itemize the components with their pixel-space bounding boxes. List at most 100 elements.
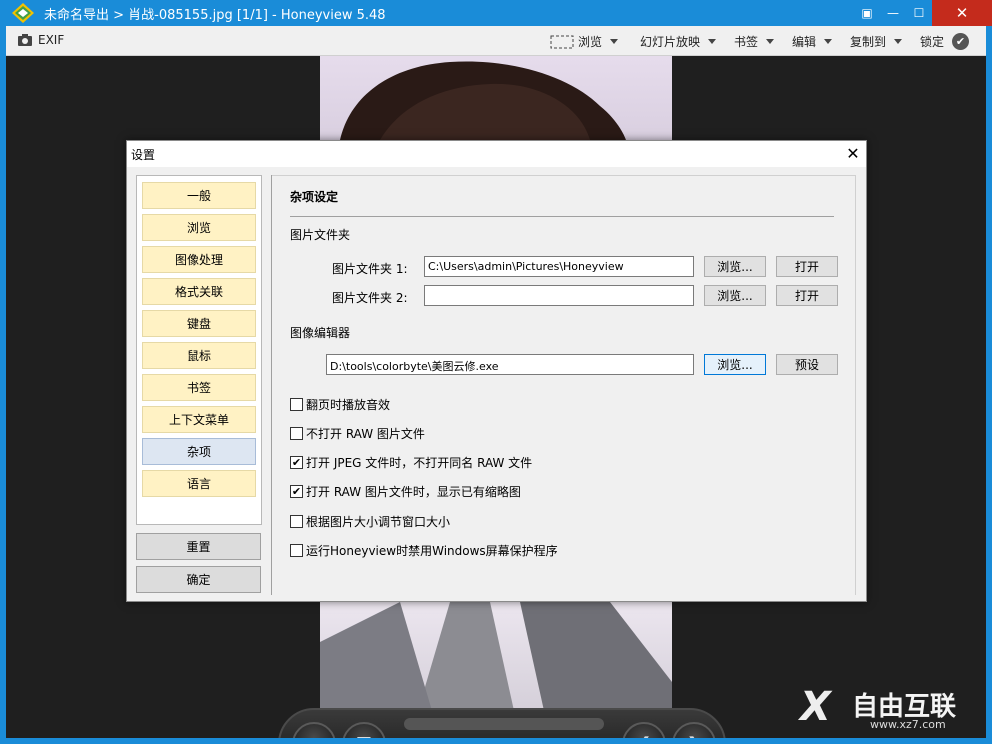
option-resize-window[interactable]: 根据图片大小调节窗口大小 (290, 513, 450, 530)
nav-label: 图像处理 (174, 253, 223, 267)
maximize-icon: ☐ (913, 6, 925, 20)
edit-menu[interactable]: 编辑 (792, 33, 833, 50)
nav-item-context-menu[interactable]: 上下文菜单 (142, 406, 256, 433)
nav-item-keyboard[interactable]: 键盘 (142, 310, 256, 337)
checkbox-checked[interactable]: ✔ (290, 456, 303, 469)
photo-hair-image (340, 61, 626, 140)
option-page-sound[interactable]: 翻页时播放音效 (290, 396, 390, 413)
slideshow-menu[interactable]: 幻灯片放映 (640, 33, 717, 50)
fullscreen-icon: ▣ (861, 6, 873, 20)
folder2-input[interactable] (424, 285, 694, 306)
image-editor-group-label: 图像编辑器 (290, 326, 351, 340)
minimize-button[interactable]: — (880, 0, 906, 26)
dialog-close-button[interactable]: ✕ (843, 143, 863, 163)
nav-label: 格式关联 (174, 285, 223, 299)
dialog-title: 设置 (131, 148, 156, 162)
option-raw-thumbnail[interactable]: ✔ 打开 RAW 图片文件时，显示已有缩略图 (290, 483, 521, 500)
minimize-icon: — (887, 6, 899, 20)
checkbox-checked[interactable]: ✔ (290, 485, 303, 498)
dialog-titlebar: 设置 ✕ (127, 141, 866, 167)
window-title: 未命名导出 > 肖战-085155.jpg [1/1] - Honeyview … (44, 8, 386, 23)
window-border-bottom (0, 738, 992, 744)
checkbox[interactable] (290, 544, 303, 557)
nav-item-mouse[interactable]: 鼠标 (142, 342, 256, 369)
chevron-down-icon (766, 39, 775, 44)
option-disable-screensaver[interactable]: 运行Honeyview时禁用Windows屏幕保护程序 (290, 542, 558, 559)
folder2-open-button[interactable]: 打开 (776, 285, 838, 306)
copy-to-label: 复制到 (850, 35, 887, 49)
site-watermark: X 自由互联 www.xz7.com (800, 684, 986, 734)
option-jpeg-skip-raw[interactable]: ✔ 打开 JPEG 文件时，不打开同名 RAW 文件 (290, 454, 532, 471)
camera-icon (18, 34, 32, 46)
nav-item-misc[interactable]: 杂项 (142, 438, 256, 465)
folder1-label: 图片文件夹 1: (332, 262, 408, 276)
edit-label: 编辑 (792, 35, 817, 49)
bookmark-label: 书签 (734, 35, 759, 49)
settings-dialog: 设置 ✕ 一般 浏览 图像处理 格式关联 键盘 鼠标 书签 上下文菜单 杂项 语… (126, 140, 867, 602)
exif-label: EXIF (38, 33, 65, 47)
fullscreen-button[interactable]: ▣ (856, 0, 878, 26)
nav-label: 书签 (186, 381, 211, 395)
chevron-down-icon (894, 39, 903, 44)
section-title: 杂项设定 (290, 190, 339, 204)
honeyview-logo-icon (12, 3, 34, 23)
option-label: 不打开 RAW 图片文件 (306, 427, 425, 441)
window-border-left (0, 26, 6, 744)
close-window-button[interactable]: ✕ (932, 0, 992, 26)
zoom-slider[interactable] (404, 718, 604, 730)
close-icon: ✕ (955, 4, 969, 22)
option-label: 翻页时播放音效 (306, 398, 391, 412)
main-toolbar: EXIF 浏览 幻灯片放映 书签 编辑 复制到 锁定 ✔ (6, 26, 986, 56)
folder2-label: 图片文件夹 2: (332, 291, 408, 305)
option-skip-raw[interactable]: 不打开 RAW 图片文件 (290, 425, 425, 442)
option-label: 运行Honeyview时禁用Windows屏幕保护程序 (306, 544, 558, 558)
reset-button[interactable]: 重置 (136, 533, 261, 560)
section-divider (290, 216, 834, 217)
nav-item-bookmark[interactable]: 书签 (142, 374, 256, 401)
checkbox[interactable] (290, 398, 303, 411)
folder1-browse-button[interactable]: 浏览... (704, 256, 766, 277)
checkbox[interactable] (290, 427, 303, 440)
bookmark-menu[interactable]: 书签 (734, 33, 775, 50)
nav-label: 浏览 (186, 221, 211, 235)
nav-item-browse[interactable]: 浏览 (142, 214, 256, 241)
exif-button[interactable]: EXIF (18, 33, 64, 47)
nav-label: 鼠标 (186, 349, 211, 363)
slideshow-label: 幻灯片放映 (640, 35, 701, 49)
browse-menu[interactable]: 浏览 (550, 33, 619, 50)
nav-label: 一般 (186, 189, 211, 203)
nav-item-image-processing[interactable]: 图像处理 (142, 246, 256, 273)
settings-nav: 一般 浏览 图像处理 格式关联 键盘 鼠标 书签 上下文菜单 杂项 语言 (136, 175, 262, 525)
chevron-down-icon (610, 39, 619, 44)
chevron-down-icon (708, 39, 717, 44)
ok-button[interactable]: 确定 (136, 566, 261, 593)
close-icon: ✕ (846, 143, 860, 163)
misc-settings-panel: 杂项设定 图片文件夹 图片文件夹 1: C:\Users\admin\Pictu… (272, 175, 856, 595)
folder2-browse-button[interactable]: 浏览... (704, 285, 766, 306)
window-titlebar: 未命名导出 > 肖战-085155.jpg [1/1] - Honeyview … (0, 0, 992, 26)
option-label: 根据图片大小调节窗口大小 (306, 515, 451, 529)
maximize-button[interactable]: ☐ (906, 0, 932, 26)
browse-label: 浏览 (578, 35, 603, 49)
image-editor-input[interactable]: D:\tools\colorbyte\美图云修.exe (326, 354, 694, 375)
watermark-url: www.xz7.com (870, 718, 946, 731)
folder1-open-button[interactable]: 打开 (776, 256, 838, 277)
lock-toggle[interactable]: 锁定 ✔ (920, 33, 970, 50)
nav-item-general[interactable]: 一般 (142, 182, 256, 209)
nav-item-language[interactable]: 语言 (142, 470, 256, 497)
option-label: 打开 RAW 图片文件时，显示已有缩略图 (306, 485, 521, 499)
option-label: 打开 JPEG 文件时，不打开同名 RAW 文件 (306, 456, 533, 470)
fit-screen-icon (550, 35, 574, 48)
check-icon: ✔ (952, 33, 970, 50)
editor-preset-button[interactable]: 预设 (776, 354, 838, 375)
picture-folder-group-label: 图片文件夹 (290, 228, 351, 242)
nav-label: 键盘 (186, 317, 211, 331)
nav-item-file-association[interactable]: 格式关联 (142, 278, 256, 305)
photo-top-region (320, 56, 672, 140)
copy-to-menu[interactable]: 复制到 (850, 33, 903, 50)
window-border-right (986, 26, 992, 744)
chevron-down-icon (824, 39, 833, 44)
folder1-input[interactable]: C:\Users\admin\Pictures\Honeyview (424, 256, 694, 277)
checkbox[interactable] (290, 515, 303, 528)
editor-browse-button[interactable]: 浏览... (704, 354, 766, 375)
